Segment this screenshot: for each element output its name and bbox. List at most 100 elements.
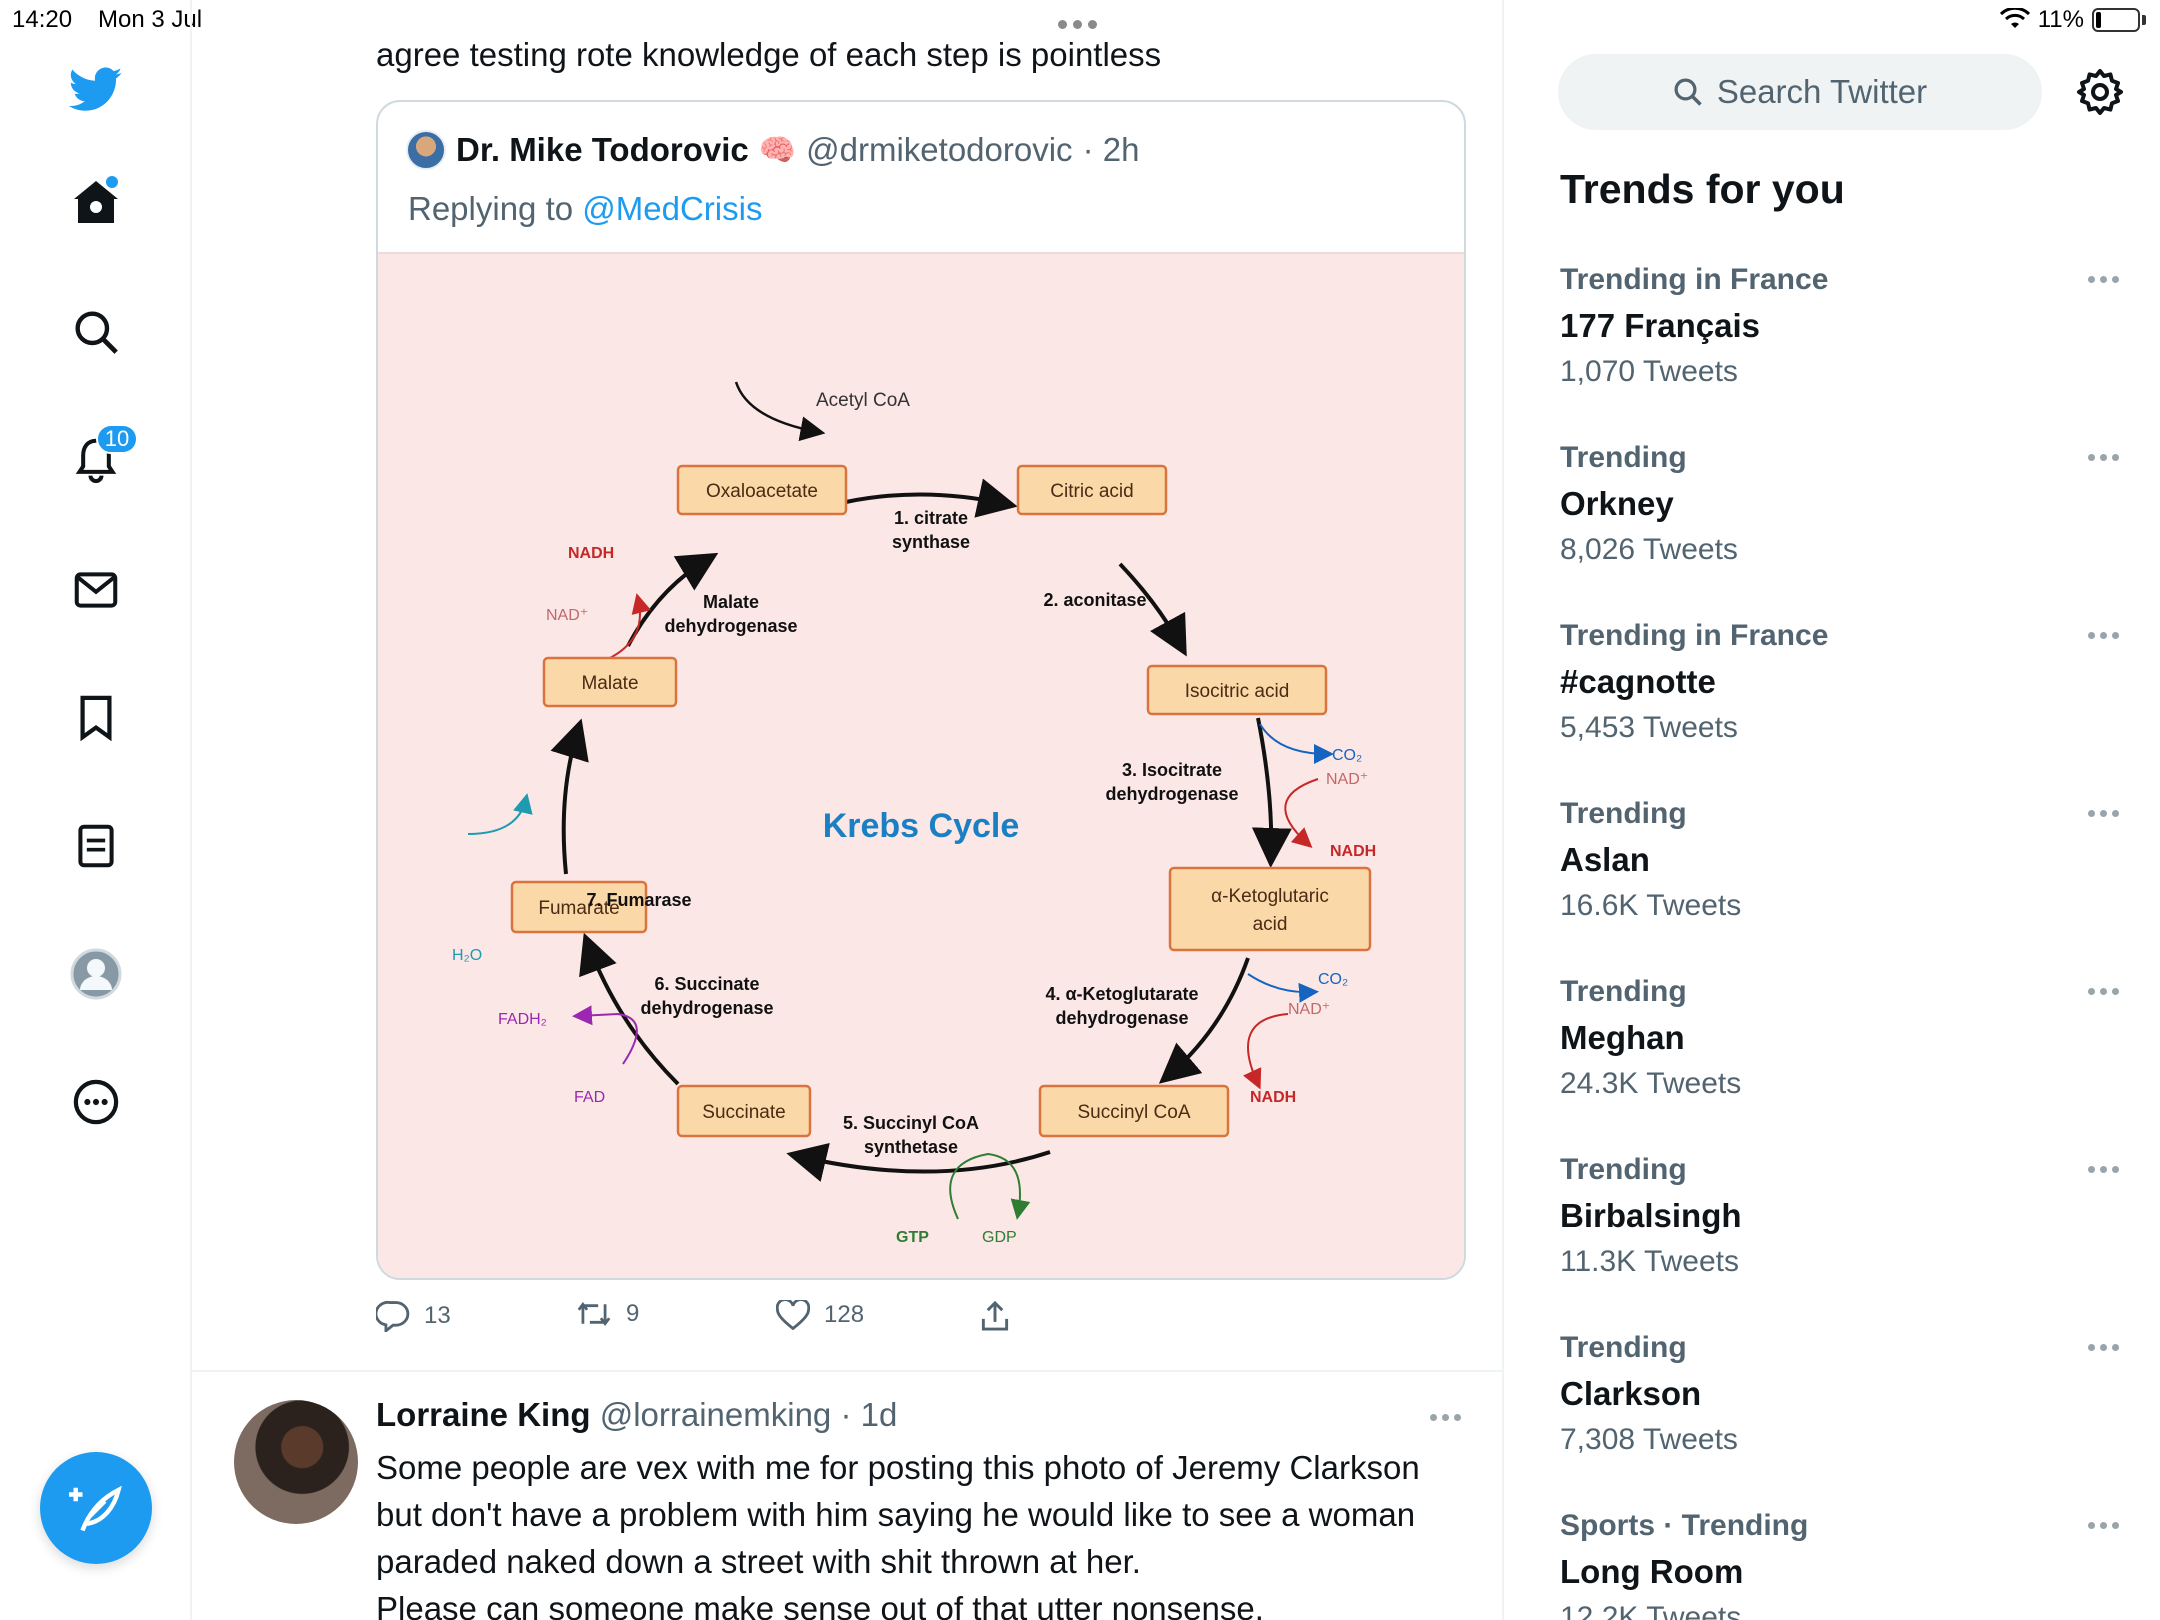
more-options-icon[interactable] <box>2088 988 2119 995</box>
avatar[interactable] <box>406 130 446 170</box>
search-placeholder: Search Twitter <box>1716 73 1928 110</box>
more-options-icon[interactable] <box>2088 1166 2119 1173</box>
trend-name: Clarkson <box>1560 1375 1702 1412</box>
enzyme-label: Malate <box>703 592 759 612</box>
feather-plus-icon <box>69 1485 122 1532</box>
alpha-ketoglutaric-box <box>1168 866 1372 952</box>
tweet-text: agree testing rote knowledge of each ste… <box>376 36 1162 73</box>
avatar-icon <box>70 948 122 1000</box>
nadh-label: NADH <box>1330 843 1376 860</box>
bookmarks-nav[interactable] <box>56 678 136 758</box>
trend-context: Trending <box>1560 1153 1687 1186</box>
search-input[interactable]: Search Twitter <box>1558 54 2042 130</box>
trend-item[interactable]: Sports · Trending Long Room 12.2K Tweets <box>1560 1504 2140 1620</box>
more-options-icon[interactable] <box>2088 1344 2119 1351</box>
trend-context: Trending <box>1560 975 1687 1008</box>
search-icon <box>75 311 118 354</box>
like-button[interactable]: 128 <box>776 1300 864 1330</box>
twitter-logo-icon[interactable] <box>56 50 136 130</box>
trend-count: 11.3K Tweets <box>1560 1245 1740 1278</box>
compose-tweet-button[interactable] <box>40 1452 152 1564</box>
replying-to-link[interactable]: @MedCrisis <box>582 190 762 227</box>
trend-name: Long Room <box>1560 1553 1744 1590</box>
list-icon <box>78 824 114 868</box>
more-options-icon[interactable] <box>2088 810 2119 817</box>
trend-item[interactable]: Trending in France #cagnotte 5,453 Tweet… <box>1560 614 2140 784</box>
right-sidebar: Search Twitter Trends for you Trending i… <box>1504 0 2160 1620</box>
enzyme-label: 6. Succinate <box>654 974 759 994</box>
trend-name: Orkney <box>1560 485 1674 522</box>
author-name[interactable]: Dr. Mike Todorovic <box>456 131 749 169</box>
trend-item[interactable]: Trending Aslan 16.6K Tweets <box>1560 792 2140 962</box>
notifications-nav[interactable]: 10 <box>56 420 138 500</box>
gdp-label: GDP <box>982 1229 1017 1246</box>
reply-button[interactable]: 13 <box>376 1300 451 1332</box>
trend-name: Aslan <box>1560 841 1650 878</box>
enzyme-label: dehydrogenase <box>640 998 773 1018</box>
trend-item[interactable]: Trending Orkney 8,026 Tweets <box>1560 436 2140 606</box>
trend-count: 12.2K Tweets <box>1560 1601 1742 1620</box>
tweet[interactable]: Lorraine King @lorrainemking · 1d Some p… <box>192 1372 1504 1620</box>
tweet-line: but don't have a problem with him saying… <box>376 1496 1416 1533</box>
enzyme-label: 4. α-Ketoglutarate <box>1045 984 1198 1004</box>
tweet-time: · 2h <box>1082 131 1140 168</box>
author-name[interactable]: Lorraine King <box>376 1396 591 1433</box>
nad-label: NAD⁺ <box>1326 771 1368 788</box>
retweet-button[interactable]: 9 <box>576 1300 639 1328</box>
gear-icon[interactable] <box>2076 68 2124 116</box>
more-options-icon[interactable] <box>2088 276 2119 283</box>
tweet-header: Lorraine King @lorrainemking · 1d <box>376 1396 897 1434</box>
trend-context: Trending in France <box>1560 263 1829 296</box>
h2o-label: H₂O <box>452 947 482 964</box>
trend-context: Trending <box>1560 797 1687 830</box>
author-handle[interactable]: @lorrainemking <box>600 1396 832 1433</box>
home-nav[interactable] <box>56 162 136 242</box>
quoted-tweet[interactable]: Dr. Mike Todorovic 🧠 @drmiketodorovic · … <box>376 100 1466 1280</box>
gtp-label: GTP <box>896 1229 929 1246</box>
more-options-icon[interactable] <box>2088 632 2119 639</box>
trend-name: Meghan <box>1560 1019 1685 1056</box>
compound-label: Malate <box>581 673 638 694</box>
author-handle[interactable]: @drmiketodorovic <box>806 131 1072 169</box>
trend-context: Trending <box>1560 441 1687 474</box>
trend-item[interactable]: Trending in France 177 Français 1,070 Tw… <box>1560 258 2140 428</box>
notifications-badge: 10 <box>96 424 138 454</box>
trend-item[interactable]: Trending Meghan 24.3K Tweets <box>1560 970 2140 1140</box>
quoted-tweet-header: Dr. Mike Todorovic 🧠 @drmiketodorovic · … <box>406 130 1139 170</box>
trend-count: 1,070 Tweets <box>1560 355 1738 388</box>
explore-nav[interactable] <box>56 292 136 372</box>
more-options-icon[interactable] <box>2088 454 2119 461</box>
compound-label: Succinate <box>702 1102 785 1123</box>
more-options-icon[interactable] <box>2088 1522 2119 1529</box>
enzyme-label: 1. citrate <box>894 508 968 528</box>
enzyme-label: 2. aconitase <box>1043 590 1146 610</box>
messages-nav[interactable] <box>56 550 136 630</box>
trend-item[interactable]: Trending Clarkson 7,308 Tweets <box>1560 1326 2140 1496</box>
tweet-line: paraded naked down a street with shit th… <box>376 1543 1141 1580</box>
fad-label: FAD <box>574 1089 605 1106</box>
like-count: 128 <box>824 1301 865 1328</box>
reply-icon <box>376 1300 410 1332</box>
profile-nav[interactable] <box>56 934 136 1014</box>
enzyme-label: dehydrogenase <box>1105 784 1238 804</box>
trends-title: Trends for you <box>1560 166 1845 212</box>
lists-nav[interactable] <box>56 806 136 886</box>
trend-name: #cagnotte <box>1560 663 1716 700</box>
more-options-icon[interactable] <box>1430 1414 1461 1421</box>
enzyme-label: dehydrogenase <box>664 616 797 636</box>
trend-count: 8,026 Tweets <box>1560 533 1738 566</box>
avatar[interactable] <box>234 1400 358 1524</box>
trend-item[interactable]: Trending Birbalsingh 11.3K Tweets <box>1560 1148 2140 1318</box>
retweet-count: 9 <box>626 1300 640 1327</box>
retweet-icon <box>577 1302 611 1326</box>
reply-count: 13 <box>424 1302 451 1329</box>
brain-emoji: 🧠 <box>758 133 797 167</box>
trend-name: Birbalsingh <box>1560 1197 1742 1234</box>
more-nav[interactable] <box>56 1062 136 1142</box>
share-button[interactable] <box>980 1300 1010 1332</box>
krebs-cycle-image[interactable]: Oxaloacetate Citric acid Isocitric acid … <box>378 252 1464 1278</box>
tweet-time: · 1d <box>840 1396 898 1433</box>
tweet-line: Please can someone make sense out of tha… <box>376 1590 1264 1620</box>
tweet-body: Some people are vex with me for posting … <box>376 1444 1476 1620</box>
trend-name: 177 Français <box>1560 307 1760 344</box>
